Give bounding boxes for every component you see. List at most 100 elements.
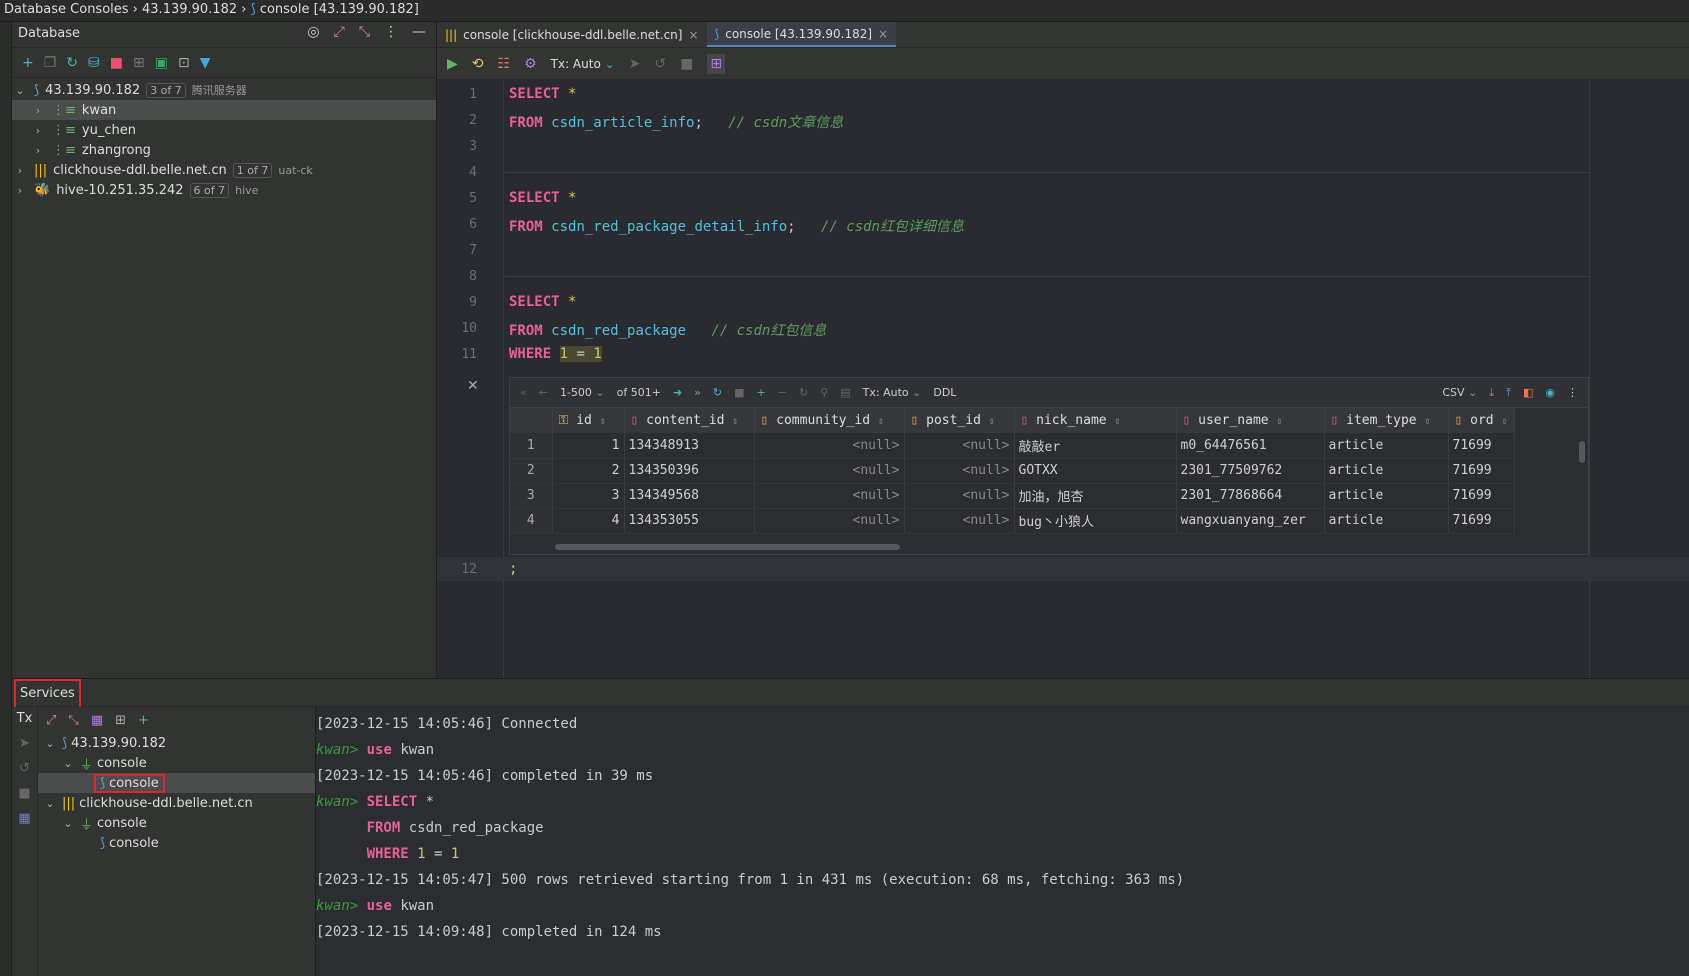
next-page-icon[interactable]: ➜ bbox=[673, 386, 682, 399]
session-icon[interactable]: ⊞ bbox=[707, 53, 726, 74]
chevron-right-icon[interactable]: › bbox=[12, 164, 28, 177]
table-cell[interactable]: <null> bbox=[904, 508, 1015, 534]
console-output[interactable]: [2023-12-15 14:05:46] Connected kwan> use… bbox=[316, 711, 1184, 945]
table-row[interactable]: 1 1 134348913 <null> <null> 敲敲er m0_64476561 ar… bbox=[510, 433, 1515, 459]
last-page-icon[interactable]: » bbox=[694, 386, 701, 399]
filter-icon[interactable]: ▼ bbox=[200, 56, 211, 70]
code-line[interactable]: WHERE 1 = 1 bbox=[509, 346, 602, 362]
chevron-right-icon[interactable]: › bbox=[30, 104, 46, 117]
table-cell[interactable]: <null> bbox=[754, 508, 905, 534]
prev-page-icon[interactable]: ← bbox=[539, 386, 548, 399]
code-line[interactable]: FROM csdn_red_package_detail_info; // cs… bbox=[509, 216, 964, 236]
code-line[interactable]: SELECT * bbox=[509, 86, 576, 102]
table-cell[interactable]: 4 bbox=[552, 508, 625, 534]
group-icon[interactable]: ▦ bbox=[91, 713, 103, 728]
table-cell[interactable]: <null> bbox=[904, 433, 1015, 459]
page-range-dropdown[interactable]: 1-500 ⌄ bbox=[560, 386, 605, 399]
table-cell[interactable]: 134353055 bbox=[624, 508, 755, 534]
vertical-scrollbar[interactable] bbox=[1579, 441, 1585, 463]
table-cell[interactable]: article bbox=[1324, 508, 1449, 534]
console-icon[interactable]: ⊡ bbox=[178, 56, 190, 70]
expand-icon[interactable]: ⤢ bbox=[46, 713, 56, 728]
sort-icon[interactable]: ⇕ bbox=[989, 416, 995, 427]
column-header[interactable]: ⚿ id ⇕ bbox=[552, 408, 625, 433]
table-cell[interactable]: <null> bbox=[904, 458, 1015, 484]
revert-icon[interactable]: ↻ bbox=[799, 386, 808, 399]
column-header[interactable]: ▯ content_id ⇕ bbox=[624, 408, 755, 433]
tab-console-mysql[interactable]: ⟆ console [43.139.90.182] × bbox=[706, 22, 897, 47]
refresh-icon[interactable]: ↻ bbox=[713, 386, 722, 399]
tool-window-strip[interactable] bbox=[0, 22, 12, 975]
collapse-icon[interactable]: ⤡ bbox=[359, 25, 370, 39]
tree-item-schema[interactable]: › ⋮≡ kwan bbox=[12, 100, 436, 120]
chevron-down-icon[interactable]: ⌄ bbox=[42, 797, 58, 810]
table-cell[interactable]: wangxuanyang_zer bbox=[1176, 508, 1325, 534]
new-tab-icon[interactable]: ⊞ bbox=[115, 713, 126, 728]
table-cell[interactable]: article bbox=[1324, 458, 1449, 484]
settings-icon[interactable]: ☷ bbox=[498, 57, 511, 71]
close-icon[interactable]: × bbox=[878, 27, 888, 41]
stop-icon[interactable]: ■ bbox=[734, 386, 744, 399]
table-cell[interactable]: bug丶小狼人 bbox=[1014, 508, 1177, 534]
table-cell[interactable]: 71699 bbox=[1448, 433, 1515, 459]
preview-icon[interactable]: ⚲ bbox=[820, 386, 828, 399]
rollback-icon[interactable]: ↺ bbox=[19, 761, 30, 776]
table-cell[interactable]: m0_64476561 bbox=[1176, 433, 1325, 459]
chevron-down-icon[interactable]: ⌄ bbox=[42, 737, 58, 750]
table-cell[interactable]: 2 bbox=[552, 458, 625, 484]
service-datasource[interactable]: ⌄ ⟆ 43.139.90.182 bbox=[38, 733, 315, 753]
import-icon[interactable]: ⤒ bbox=[1506, 386, 1511, 400]
chevron-right-icon[interactable]: › bbox=[30, 144, 46, 157]
service-session[interactable]: ⌄ ⏚ console bbox=[38, 753, 315, 773]
table-cell[interactable]: <null> bbox=[754, 433, 905, 459]
save-icon[interactable]: ▤ bbox=[840, 386, 850, 399]
tree-item-schema[interactable]: › ⋮≡ yu_chen bbox=[12, 120, 436, 140]
export-icon[interactable]: ⤓ bbox=[1489, 386, 1494, 400]
table-cell[interactable]: 敲敲er bbox=[1014, 433, 1177, 459]
breadcrumb-item[interactable]: console [43.139.90.182] bbox=[260, 2, 419, 17]
table-cell[interactable]: 4 bbox=[510, 508, 553, 534]
column-header[interactable]: ▯ user_name ⇕ bbox=[1176, 408, 1325, 433]
run-icon[interactable]: ▶ bbox=[447, 57, 458, 71]
code-line[interactable]: SELECT * bbox=[509, 294, 576, 310]
table-cell[interactable]: 71699 bbox=[1448, 483, 1515, 509]
table-cell[interactable]: 加油，旭杏 bbox=[1014, 483, 1177, 509]
table-cell[interactable]: 71699 bbox=[1448, 508, 1515, 534]
add-icon[interactable]: + bbox=[22, 56, 34, 70]
stop-icon[interactable]: ■ bbox=[110, 56, 123, 70]
code-line[interactable]: ; bbox=[509, 561, 517, 577]
tree-item-datasource[interactable]: ⌄ ⟆ 43.139.90.182 3 of 7 腾讯服务器 bbox=[12, 80, 436, 100]
service-session[interactable]: ⌄ ⏚ console bbox=[38, 813, 315, 833]
column-header[interactable]: ▯ item_type ⇕ bbox=[1324, 408, 1449, 433]
table-cell[interactable]: 2301_77509762 bbox=[1176, 458, 1325, 484]
close-icon[interactable]: × bbox=[688, 28, 698, 42]
code-line[interactable]: SELECT * bbox=[509, 190, 576, 206]
table-row[interactable]: 4 4 134353055 <null> <null> bug丶小狼人 wangxuanya… bbox=[510, 508, 1515, 534]
table-cell[interactable]: GOTXX bbox=[1014, 458, 1177, 484]
table-cell[interactable]: 1 bbox=[552, 433, 625, 459]
service-console[interactable]: ⟆ console bbox=[38, 773, 315, 793]
ddl-icon[interactable]: ▣ bbox=[155, 56, 168, 70]
tx-mode-dropdown[interactable]: Tx: Auto ⌄ bbox=[551, 57, 615, 71]
delete-row-icon[interactable]: − bbox=[778, 386, 787, 399]
column-header[interactable]: ▯ community_id ⇕ bbox=[754, 408, 905, 433]
table-cell[interactable]: <null> bbox=[904, 483, 1015, 509]
sort-icon[interactable]: ⇕ bbox=[732, 416, 738, 427]
rollback-icon[interactable]: ↺ bbox=[654, 57, 666, 71]
tree-item-datasource[interactable]: › ||| clickhouse-ddl.belle.net.cn 1 of 7… bbox=[12, 160, 436, 180]
sort-icon[interactable]: ⇕ bbox=[1114, 416, 1120, 427]
breadcrumb-item[interactable]: Database Consoles bbox=[4, 2, 129, 17]
add-icon[interactable]: + bbox=[138, 713, 149, 728]
service-console[interactable]: ⟆ console bbox=[38, 833, 315, 853]
table-cell[interactable]: article bbox=[1324, 483, 1449, 509]
sort-icon[interactable]: ⇕ bbox=[600, 416, 606, 427]
table-cell[interactable]: 3 bbox=[510, 483, 553, 509]
ddl-button[interactable]: DDL bbox=[933, 386, 956, 399]
gear-icon[interactable]: ⚙ bbox=[524, 57, 537, 71]
table-cell[interactable]: <null> bbox=[754, 458, 905, 484]
table-cell[interactable]: 1 bbox=[510, 433, 553, 459]
chevron-down-icon[interactable]: ⌄ bbox=[60, 757, 76, 770]
expand-icon[interactable]: ⤢ bbox=[334, 25, 345, 39]
horizontal-scrollbar[interactable] bbox=[555, 544, 900, 550]
view-icon[interactable]: ◉ bbox=[1545, 386, 1555, 399]
